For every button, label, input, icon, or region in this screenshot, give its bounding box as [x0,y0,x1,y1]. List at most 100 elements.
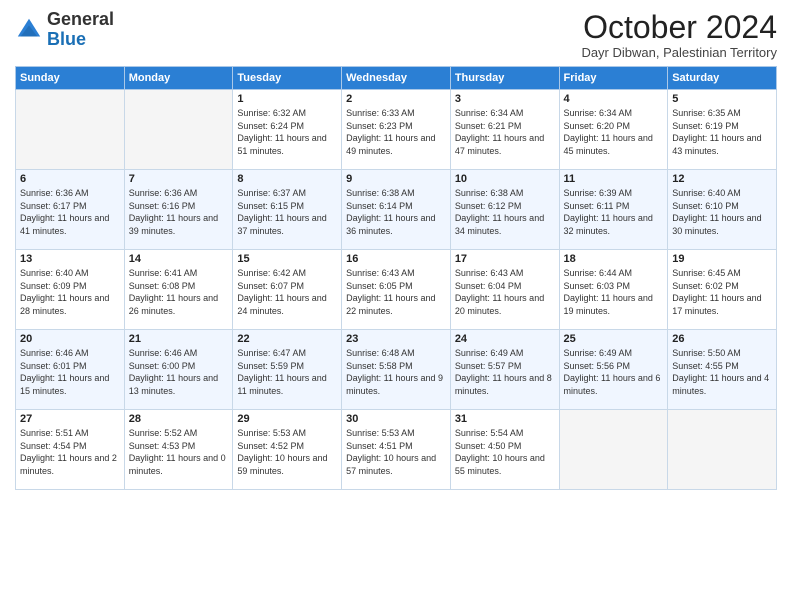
calendar-cell: 3 Sunrise: 6:34 AM Sunset: 6:21 PM Daylig… [450,90,559,170]
day-info: Sunrise: 6:36 AM Sunset: 6:17 PM Dayligh… [20,187,120,237]
day-number: 29 [237,413,337,425]
day-number: 31 [455,413,555,425]
calendar-cell: 30 Sunrise: 5:53 AM Sunset: 4:51 PM Dayli… [342,410,451,490]
calendar-cell: 22Sunrise: 6:47 AM Sunset: 5:59 PM Dayli… [233,330,342,410]
day-number: 5 [672,93,772,105]
day-info: Sunrise: 6:40 AM Sunset: 6:09 PM Dayligh… [20,267,120,317]
day-info: Sunrise: 6:47 AM Sunset: 5:59 PM Dayligh… [237,347,337,397]
calendar-cell: 11 Sunrise: 6:39 AM Sunset: 6:11 PM Dayli… [559,170,668,250]
day-number: 1 [237,93,337,105]
calendar-week-row: 27 Sunrise: 5:51 AM Sunset: 4:54 PM Dayli… [16,410,777,490]
calendar-cell: 19 Sunrise: 6:45 AM Sunset: 6:02 PM Dayli… [668,250,777,330]
calendar-week-row: 20 Sunrise: 6:46 AM Sunset: 6:01 PM Dayli… [16,330,777,410]
calendar-cell: 1 Sunrise: 6:32 AM Sunset: 6:24 PM Daylig… [233,90,342,170]
calendar-cell: 28Sunrise: 5:52 AM Sunset: 4:53 PM Dayli… [124,410,233,490]
day-info: Sunrise: 5:51 AM Sunset: 4:54 PM Dayligh… [20,427,120,477]
calendar-cell: 20 Sunrise: 6:46 AM Sunset: 6:01 PM Dayli… [16,330,125,410]
day-info: Sunrise: 6:38 AM Sunset: 6:14 PM Dayligh… [346,187,446,237]
weekday-header-sunday: Sunday [16,67,125,90]
calendar-cell: 18 Sunrise: 6:44 AM Sunset: 6:03 PM Dayli… [559,250,668,330]
weekday-header-thursday: Thursday [450,67,559,90]
day-number: 25 [564,333,664,345]
day-number: 2 [346,93,446,105]
calendar-cell: 16 Sunrise: 6:43 AM Sunset: 6:05 PM Dayli… [342,250,451,330]
calendar-cell: 9 Sunrise: 6:38 AM Sunset: 6:14 PM Daylig… [342,170,451,250]
day-info: Sunrise: 6:36 AM Sunset: 6:16 PM Dayligh… [129,187,229,237]
logo-blue-text: Blue [47,29,86,49]
calendar-cell: 8Sunrise: 6:37 AM Sunset: 6:15 PM Daylig… [233,170,342,250]
weekday-header-monday: Monday [124,67,233,90]
calendar-cell: 26 Sunrise: 5:50 AM Sunset: 4:55 PM Dayli… [668,330,777,410]
header: General Blue October 2024 Dayr Dibwan, P… [15,10,777,60]
day-number: 21 [129,333,229,345]
calendar-week-row: 1 Sunrise: 6:32 AM Sunset: 6:24 PM Daylig… [16,90,777,170]
calendar-week-row: 13Sunrise: 6:40 AM Sunset: 6:09 PM Dayli… [16,250,777,330]
day-number: 15 [237,253,337,265]
day-info: Sunrise: 6:38 AM Sunset: 6:12 PM Dayligh… [455,187,555,237]
day-info: Sunrise: 6:46 AM Sunset: 6:00 PM Dayligh… [129,347,229,397]
day-info: Sunrise: 6:49 AM Sunset: 5:56 PM Dayligh… [564,347,664,397]
calendar-cell [16,90,125,170]
day-info: Sunrise: 6:44 AM Sunset: 6:03 PM Dayligh… [564,267,664,317]
day-info: Sunrise: 5:53 AM Sunset: 4:51 PM Dayligh… [346,427,446,477]
day-number: 12 [672,173,772,185]
calendar-cell: 14 Sunrise: 6:41 AM Sunset: 6:08 PM Dayli… [124,250,233,330]
calendar-cell [668,410,777,490]
calendar-week-row: 6 Sunrise: 6:36 AM Sunset: 6:17 PM Daylig… [16,170,777,250]
calendar-cell: 23Sunrise: 6:48 AM Sunset: 5:58 PM Dayli… [342,330,451,410]
day-info: Sunrise: 5:54 AM Sunset: 4:50 PM Dayligh… [455,427,555,477]
calendar-cell: 24 Sunrise: 6:49 AM Sunset: 5:57 PM Dayli… [450,330,559,410]
day-info: Sunrise: 6:43 AM Sunset: 6:05 PM Dayligh… [346,267,446,317]
day-number: 10 [455,173,555,185]
weekday-header-saturday: Saturday [668,67,777,90]
day-number: 24 [455,333,555,345]
day-number: 14 [129,253,229,265]
calendar-cell: 2 Sunrise: 6:33 AM Sunset: 6:23 PM Daylig… [342,90,451,170]
day-number: 3 [455,93,555,105]
day-info: Sunrise: 6:35 AM Sunset: 6:19 PM Dayligh… [672,107,772,157]
day-info: Sunrise: 5:50 AM Sunset: 4:55 PM Dayligh… [672,347,772,397]
day-number: 6 [20,173,120,185]
day-number: 11 [564,173,664,185]
day-number: 7 [129,173,229,185]
day-info: Sunrise: 6:33 AM Sunset: 6:23 PM Dayligh… [346,107,446,157]
page: General Blue October 2024 Dayr Dibwan, P… [0,0,792,612]
day-info: Sunrise: 6:43 AM Sunset: 6:04 PM Dayligh… [455,267,555,317]
day-number: 17 [455,253,555,265]
day-info: Sunrise: 6:32 AM Sunset: 6:24 PM Dayligh… [237,107,337,157]
weekday-header-friday: Friday [559,67,668,90]
calendar-cell: 25 Sunrise: 6:49 AM Sunset: 5:56 PM Dayli… [559,330,668,410]
day-info: Sunrise: 6:34 AM Sunset: 6:20 PM Dayligh… [564,107,664,157]
day-info: Sunrise: 6:49 AM Sunset: 5:57 PM Dayligh… [455,347,555,397]
day-number: 26 [672,333,772,345]
calendar-cell [559,410,668,490]
day-number: 30 [346,413,446,425]
calendar-cell: 10 Sunrise: 6:38 AM Sunset: 6:12 PM Dayli… [450,170,559,250]
logo-general-text: General [47,9,114,29]
day-info: Sunrise: 6:40 AM Sunset: 6:10 PM Dayligh… [672,187,772,237]
day-number: 16 [346,253,446,265]
calendar-cell: 5 Sunrise: 6:35 AM Sunset: 6:19 PM Daylig… [668,90,777,170]
weekday-header-wednesday: Wednesday [342,67,451,90]
day-number: 20 [20,333,120,345]
day-info: Sunrise: 6:39 AM Sunset: 6:11 PM Dayligh… [564,187,664,237]
day-number: 4 [564,93,664,105]
day-number: 9 [346,173,446,185]
calendar-cell: 17 Sunrise: 6:43 AM Sunset: 6:04 PM Dayli… [450,250,559,330]
day-number: 27 [20,413,120,425]
weekday-header-tuesday: Tuesday [233,67,342,90]
day-info: Sunrise: 6:46 AM Sunset: 6:01 PM Dayligh… [20,347,120,397]
day-info: Sunrise: 6:45 AM Sunset: 6:02 PM Dayligh… [672,267,772,317]
calendar-cell: 6 Sunrise: 6:36 AM Sunset: 6:17 PM Daylig… [16,170,125,250]
calendar-cell: 12 Sunrise: 6:40 AM Sunset: 6:10 PM Dayli… [668,170,777,250]
day-info: Sunrise: 6:34 AM Sunset: 6:21 PM Dayligh… [455,107,555,157]
day-number: 18 [564,253,664,265]
day-info: Sunrise: 6:41 AM Sunset: 6:08 PM Dayligh… [129,267,229,317]
logo-icon [15,16,43,44]
day-number: 23 [346,333,446,345]
day-number: 19 [672,253,772,265]
day-number: 28 [129,413,229,425]
calendar-cell: 29 Sunrise: 5:53 AM Sunset: 4:52 PM Dayli… [233,410,342,490]
day-info: Sunrise: 5:53 AM Sunset: 4:52 PM Dayligh… [237,427,337,477]
calendar-cell: 27 Sunrise: 5:51 AM Sunset: 4:54 PM Dayli… [16,410,125,490]
